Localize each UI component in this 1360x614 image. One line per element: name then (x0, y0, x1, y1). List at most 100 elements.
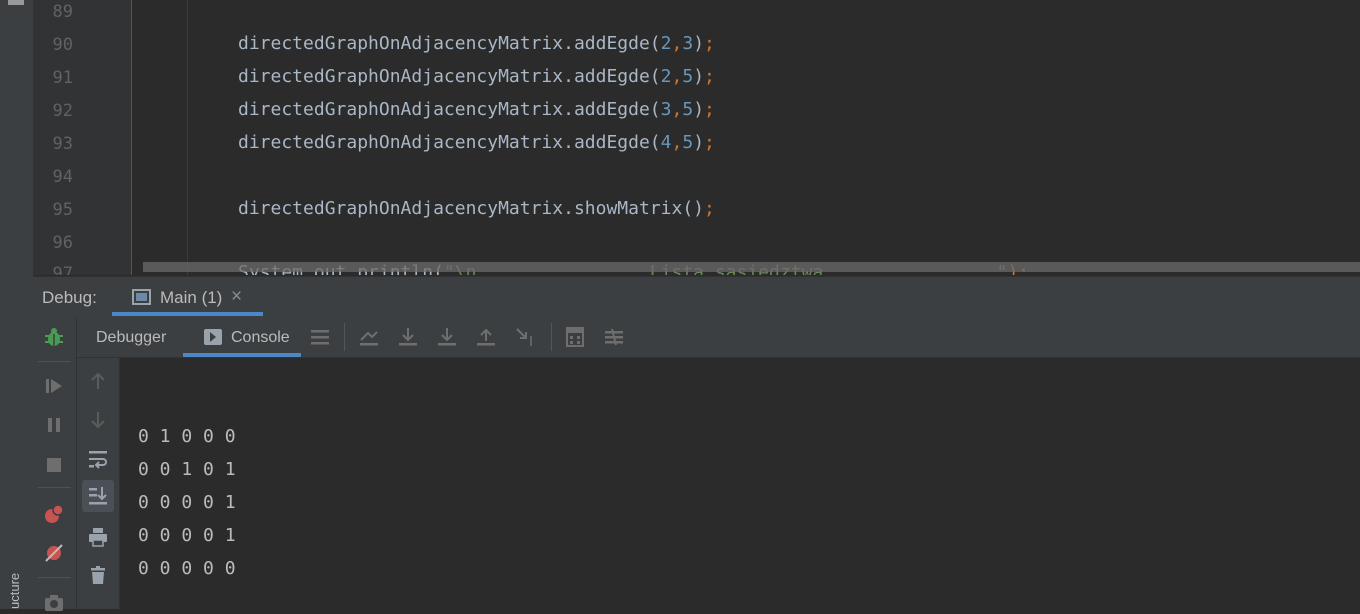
tab-console-label: Console (231, 329, 290, 346)
run-to-cursor-icon[interactable] (514, 326, 536, 348)
arrow-up-icon[interactable] (87, 370, 109, 392)
code-number: 3 (660, 99, 672, 120)
step-into-icon[interactable] (436, 326, 458, 348)
code-editor[interactable]: 89 90 91 92 93 94 95 96 97 directedGraph… (33, 0, 1360, 275)
tab-debugger-label: Debugger (96, 329, 167, 346)
toolbar-separator (551, 323, 552, 351)
debug-tabs-toolbar: Debugger Console (77, 317, 1360, 358)
scroll-to-end-icon[interactable] (87, 485, 109, 507)
debug-tool-window-header: Debug: Main (1) × (33, 276, 1360, 318)
window-icon (132, 289, 151, 305)
code-number: 2 (660, 33, 672, 54)
code-object: directedGraphOnAdjacencyMatrix (238, 132, 564, 153)
code-line-add-edge[interactable]: directedGraphOnAdjacencyMatrix.addEgde(4… (238, 132, 715, 154)
line-number: 94 (52, 167, 73, 187)
toolbar-separator (38, 577, 71, 578)
code-line-add-edge[interactable]: directedGraphOnAdjacencyMatrix.addEgde(2… (238, 66, 715, 88)
line-number: 90 (52, 35, 73, 55)
console-icon (204, 329, 222, 345)
soft-wrap-icon[interactable] (87, 448, 109, 470)
line-number: 95 (52, 200, 73, 220)
toolbar-separator (38, 487, 71, 488)
code-semicolon: ; (704, 132, 715, 153)
trace-settings-icon[interactable] (603, 326, 625, 348)
line-number: 97 (52, 264, 73, 275)
code-method: .addEgde( (563, 99, 661, 120)
code-number: 5 (682, 132, 694, 153)
line-number-gutter: 89 90 91 92 93 94 95 96 97 (33, 0, 132, 275)
panel-resize-handle[interactable] (143, 262, 1360, 272)
code-number: 3 (682, 33, 694, 54)
view-breakpoints-icon[interactable] (43, 503, 65, 525)
line-number: 91 (52, 68, 73, 88)
code-object: directedGraphOnAdjacencyMatrix (238, 99, 564, 120)
indent-guide (187, 0, 188, 275)
mute-breakpoints-icon[interactable] (43, 542, 65, 564)
resume-icon[interactable] (43, 375, 65, 397)
code-object: directedGraphOnAdjacencyMatrix (238, 33, 564, 54)
debug-session-tab[interactable]: Main (1) × (112, 277, 263, 316)
code-number: 5 (682, 66, 694, 87)
code-comma: , (671, 99, 683, 120)
code-paren: ) (693, 33, 705, 54)
code-comma: , (671, 132, 683, 153)
code-paren: ) (693, 132, 705, 153)
toolbar-separator (344, 323, 345, 351)
code-comma: , (671, 33, 683, 54)
line-number: 93 (52, 134, 73, 154)
code-line-add-edge[interactable]: directedGraphOnAdjacencyMatrix.addEgde(3… (238, 99, 715, 121)
tab-console[interactable]: Console (183, 317, 301, 357)
code-semicolon: ; (704, 33, 715, 54)
code-paren: ) (693, 99, 705, 120)
console-output-line: 0 0 1 0 1 (138, 459, 236, 480)
code-paren: ) (693, 66, 705, 87)
console-output-line: 0 0 0 0 1 (138, 492, 236, 513)
code-number: 4 (660, 132, 672, 153)
structure-tool-label: ucture (7, 572, 22, 609)
console-output-line: 0 0 0 0 0 (138, 558, 236, 579)
layout-menu-icon[interactable] (309, 326, 331, 348)
camera-icon[interactable] (43, 592, 65, 614)
line-number: 92 (52, 101, 73, 121)
tool-window-marker (8, 0, 24, 5)
left-tool-strip: ucture (0, 0, 34, 609)
evaluate-expression-icon[interactable] (564, 326, 586, 348)
trash-icon[interactable] (87, 564, 109, 586)
tab-debugger[interactable]: Debugger (77, 317, 183, 357)
active-tab-indicator (183, 353, 301, 357)
active-tab-indicator (112, 312, 263, 316)
code-statement: directedGraphOnAdjacencyMatrix.showMatri… (238, 198, 704, 219)
close-icon[interactable]: × (231, 286, 242, 308)
step-over-icon[interactable] (397, 326, 419, 348)
print-icon[interactable] (87, 526, 109, 548)
code-method: .addEgde( (563, 33, 661, 54)
code-number: 2 (660, 66, 672, 87)
debug-session-label: Main (1) (160, 288, 223, 307)
console-output-line: 0 1 0 0 0 (138, 426, 236, 447)
code-semicolon: ; (704, 99, 715, 120)
code-semicolon: ; (704, 198, 715, 219)
console-actions-toolbar (77, 358, 120, 609)
code-method: .addEgde( (563, 132, 661, 153)
pause-icon[interactable] (43, 414, 65, 436)
bug-icon[interactable] (43, 326, 65, 348)
arrow-down-icon[interactable] (87, 409, 109, 431)
code-line-show-matrix[interactable]: directedGraphOnAdjacencyMatrix.showMatri… (238, 198, 715, 220)
code-number: 5 (682, 99, 694, 120)
stop-icon[interactable] (43, 454, 65, 476)
debug-actions-toolbar (33, 317, 77, 611)
toolbar-separator (38, 361, 71, 362)
code-line-add-edge[interactable]: directedGraphOnAdjacencyMatrix.addEgde(2… (238, 33, 715, 55)
structure-tool-tab[interactable]: ucture (6, 564, 28, 609)
console-output[interactable]: 0 1 0 0 0 0 0 1 0 1 0 0 0 0 1 0 0 0 0 1 … (120, 358, 1360, 609)
console-output-line: 0 0 0 0 1 (138, 525, 236, 546)
line-number: 89 (52, 2, 73, 22)
code-semicolon: ; (704, 66, 715, 87)
line-number: 96 (52, 233, 73, 253)
debug-label: Debug: (42, 288, 97, 307)
step-out-icon[interactable] (475, 326, 497, 348)
show-execution-point-icon[interactable] (358, 326, 380, 348)
code-object: directedGraphOnAdjacencyMatrix (238, 66, 564, 87)
code-comma: , (671, 66, 683, 87)
code-method: .addEgde( (563, 66, 661, 87)
